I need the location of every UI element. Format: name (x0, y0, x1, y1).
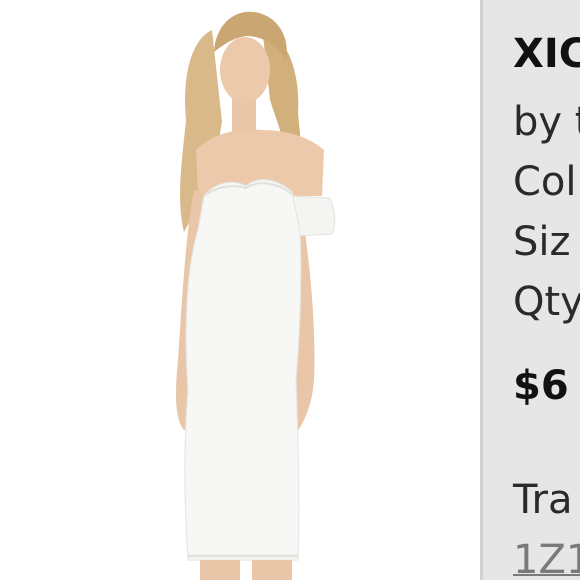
tracking-number-link[interactable]: 1Z11 (513, 540, 580, 580)
tracking-label: Tra (513, 477, 573, 523)
price: $6 (513, 363, 569, 409)
order-info-panel: XIC by t Col Siz Qty $6 Tra 1Z11 (480, 0, 580, 580)
model-dress-image (176, 11, 336, 580)
qty-label: Qty (513, 279, 580, 325)
dress-body (184, 179, 302, 561)
product-title: XIC (513, 31, 580, 77)
color-label: Col (513, 159, 577, 205)
face (220, 37, 270, 103)
product-photo (0, 0, 480, 580)
size-label: Siz (513, 219, 571, 265)
brand-line: by t (513, 99, 580, 145)
